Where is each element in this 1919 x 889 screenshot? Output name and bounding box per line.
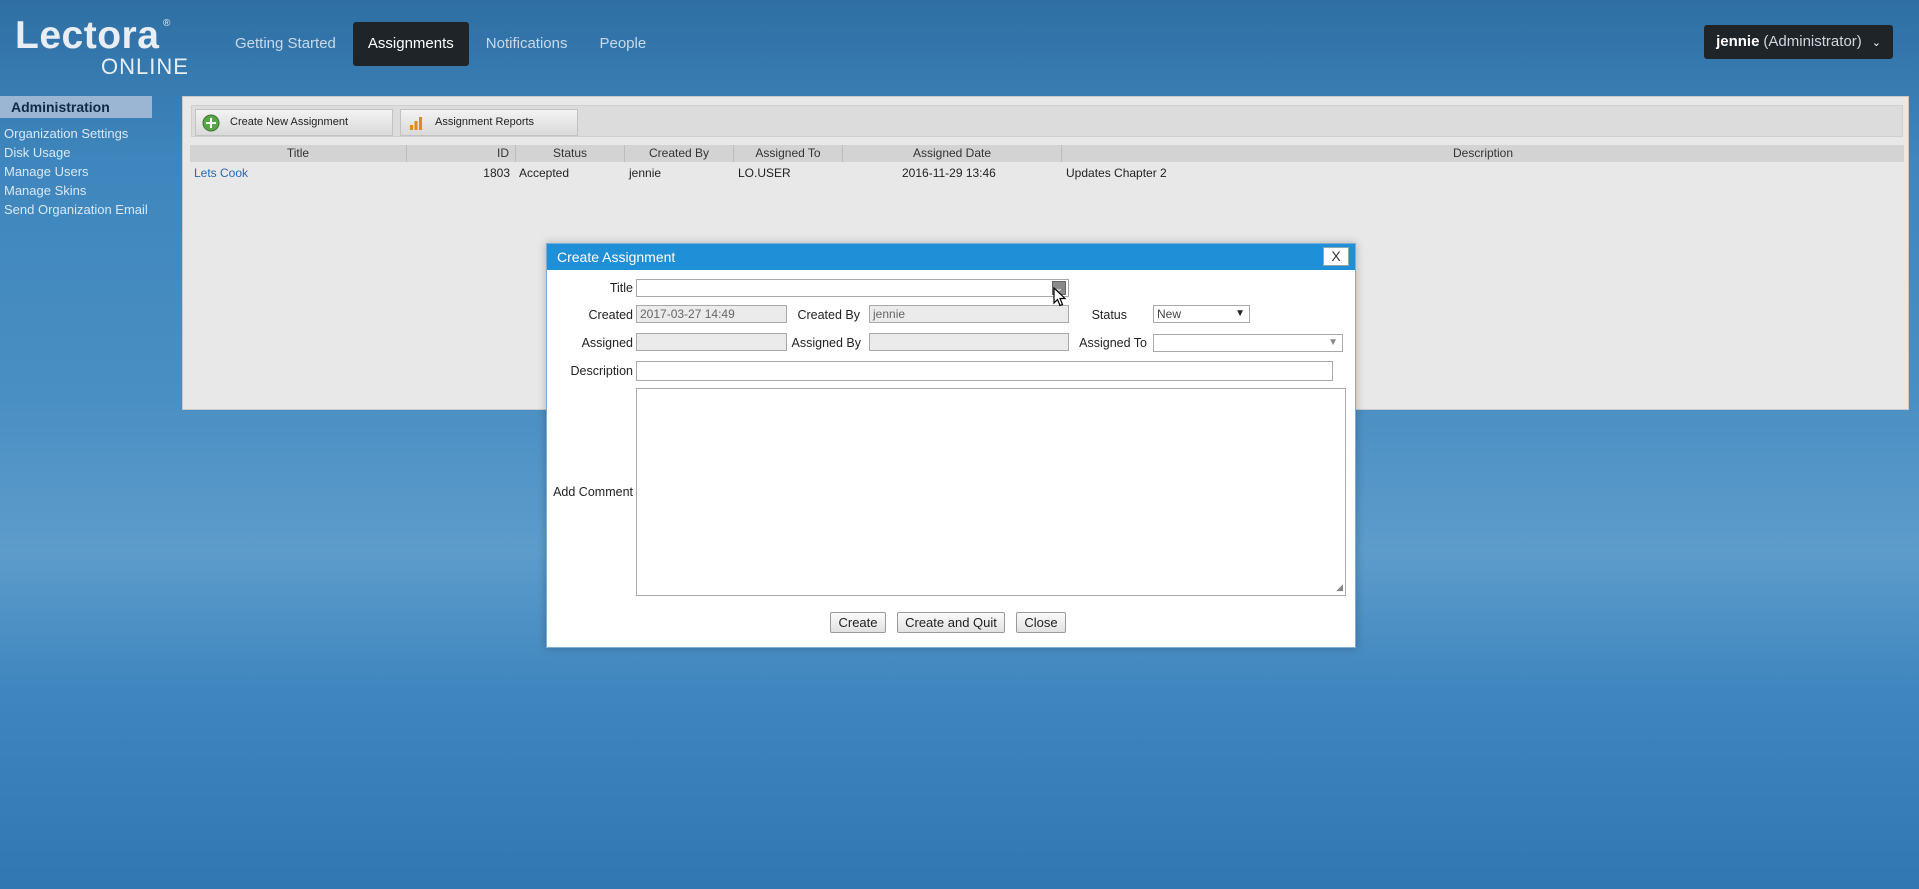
status-label: Status bbox=[1091, 308, 1127, 322]
status-value: New bbox=[1157, 307, 1182, 321]
sidebar-heading: Administration bbox=[0, 96, 152, 118]
comment-textarea[interactable]: ◢ bbox=[636, 388, 1346, 596]
assignment-reports-button[interactable]: Assignment Reports bbox=[400, 109, 578, 136]
create-assignment-dialog: Create Assignment X Title ⌄ Created 2017… bbox=[546, 243, 1356, 648]
created-by-field: jennie bbox=[869, 305, 1069, 323]
created-label: Created bbox=[588, 308, 633, 322]
sidebar: Organization Settings Disk Usage Manage … bbox=[4, 124, 148, 219]
assigned-by-label: Assigned By bbox=[791, 336, 861, 350]
add-comment-label: Add Comment bbox=[553, 485, 633, 499]
row-assigned-date: 2016-11-29 13:46 bbox=[902, 166, 996, 180]
toolbar: Create New Assignment Assignment Reports bbox=[191, 105, 1903, 137]
assigned-by-field bbox=[869, 333, 1069, 351]
table-row[interactable]: Lets Cook 1803 Accepted jennie LO.USER 2… bbox=[190, 164, 1904, 182]
sidebar-item-manage-skins[interactable]: Manage Skins bbox=[4, 181, 148, 200]
column-id[interactable]: ID bbox=[407, 145, 516, 162]
user-name: jennie bbox=[1716, 33, 1760, 50]
column-created-by[interactable]: Created By bbox=[625, 145, 734, 162]
create-button[interactable]: Create bbox=[830, 612, 886, 633]
column-assigned-to[interactable]: Assigned To bbox=[734, 145, 843, 162]
top-nav: Getting Started Assignments Notification… bbox=[220, 22, 663, 66]
nav-notifications[interactable]: Notifications bbox=[471, 22, 583, 66]
row-created-by: jennie bbox=[629, 166, 662, 180]
chevron-down-icon: ⌄ bbox=[1871, 37, 1881, 49]
create-new-assignment-button[interactable]: Create New Assignment bbox=[195, 109, 393, 136]
logo-text-lectora: Lectora bbox=[15, 14, 160, 57]
caret-down-icon: ▼ bbox=[1235, 308, 1245, 319]
assigned-to-select[interactable]: ▼ bbox=[1153, 334, 1343, 352]
assigned-label: Assigned bbox=[581, 336, 633, 350]
column-assigned-date[interactable]: Assigned Date bbox=[843, 145, 1062, 162]
sidebar-item-manage-users[interactable]: Manage Users bbox=[4, 162, 148, 181]
title-label: Title bbox=[609, 281, 633, 295]
lectora-logo: Lectora ® ONLINE bbox=[15, 14, 188, 79]
created-field: 2017-03-27 14:49 bbox=[636, 305, 787, 323]
row-title-link[interactable]: Lets Cook bbox=[194, 164, 248, 182]
row-description: Updates Chapter 2 bbox=[1066, 166, 1167, 180]
column-status[interactable]: Status bbox=[516, 145, 625, 162]
description-label: Description bbox=[570, 364, 633, 378]
assigned-to-label: Assigned To bbox=[1079, 336, 1147, 350]
bar-chart-icon bbox=[410, 117, 422, 130]
table-header: Title ID Status Created By Assigned To A… bbox=[190, 145, 1904, 162]
row-assigned-to: LO.USER bbox=[738, 166, 791, 180]
assignment-reports-label: Assignment Reports bbox=[435, 116, 535, 128]
create-and-quit-button[interactable]: Create and Quit bbox=[897, 612, 1005, 633]
sidebar-item-disk-usage[interactable]: Disk Usage bbox=[4, 143, 148, 162]
user-menu[interactable]: jennie (Administrator) ⌄ bbox=[1704, 25, 1893, 59]
nav-people[interactable]: People bbox=[584, 22, 661, 66]
nav-assignments[interactable]: Assignments bbox=[352, 22, 469, 66]
description-input[interactable] bbox=[636, 361, 1333, 381]
logo-text-online: ONLINE bbox=[101, 54, 189, 79]
title-input[interactable]: ⌄ bbox=[636, 279, 1069, 297]
dialog-title: Create Assignment bbox=[547, 244, 1355, 270]
status-select[interactable]: New ▼ bbox=[1153, 305, 1250, 323]
close-button[interactable]: Close bbox=[1016, 612, 1066, 633]
row-id: 1803 bbox=[483, 166, 510, 180]
sidebar-item-organization-settings[interactable]: Organization Settings bbox=[4, 124, 148, 143]
mouse-pointer-icon bbox=[1053, 287, 1067, 307]
create-new-assignment-label: Create New Assignment bbox=[230, 116, 348, 128]
sidebar-item-send-org-email[interactable]: Send Organization Email bbox=[4, 200, 148, 219]
assigned-field bbox=[636, 333, 787, 351]
column-description[interactable]: Description bbox=[1062, 145, 1904, 162]
resize-grip-icon[interactable]: ◢ bbox=[1336, 582, 1343, 593]
nav-getting-started[interactable]: Getting Started bbox=[220, 22, 351, 66]
caret-down-icon: ▼ bbox=[1328, 337, 1338, 348]
column-title[interactable]: Title bbox=[190, 145, 407, 162]
user-role: (Administrator) bbox=[1763, 33, 1862, 50]
logo-registered-mark: ® bbox=[163, 18, 171, 29]
row-status: Accepted bbox=[519, 166, 570, 180]
created-by-label: Created By bbox=[797, 308, 860, 322]
dialog-close-button[interactable]: X bbox=[1323, 247, 1349, 266]
add-icon bbox=[202, 114, 220, 132]
